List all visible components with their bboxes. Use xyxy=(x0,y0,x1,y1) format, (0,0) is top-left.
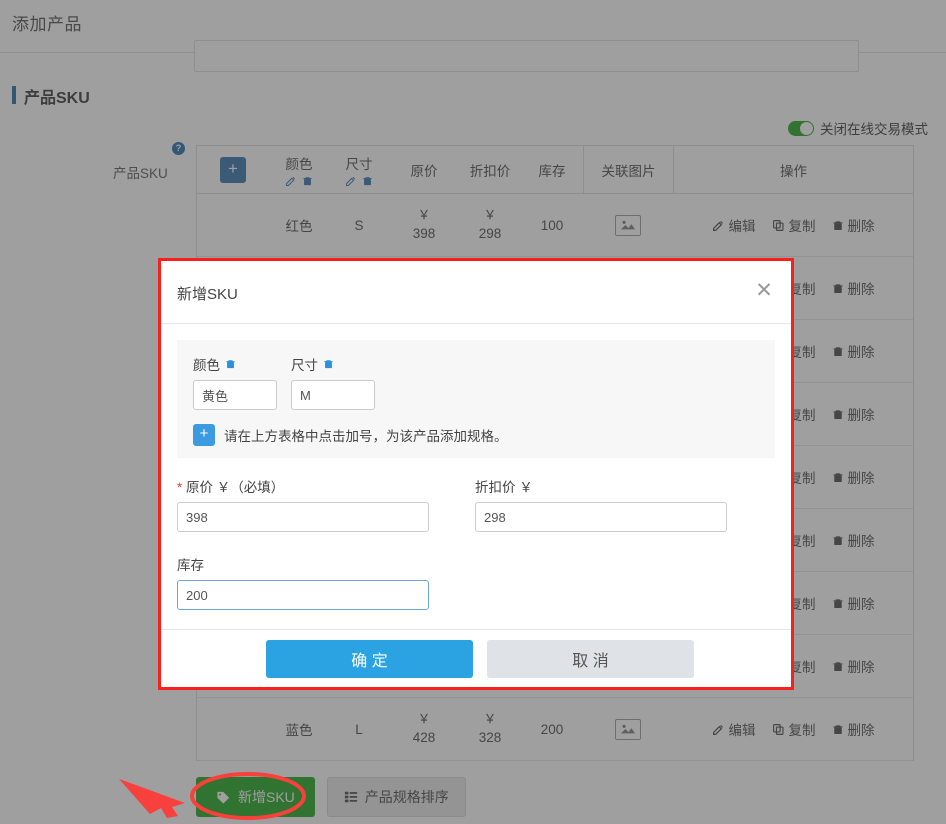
spec-color-label: 颜色 xyxy=(193,354,220,374)
price-input[interactable] xyxy=(177,502,429,532)
trash-icon[interactable] xyxy=(323,358,334,370)
cancel-button[interactable]: 取 消 xyxy=(487,640,694,678)
new-sku-modal: 新增SKU ✕ 颜色 xyxy=(158,258,794,690)
field-group-discount: 折扣价 ￥ xyxy=(475,476,727,532)
spec-panel: 颜色 尺寸 xyxy=(177,340,775,458)
discount-input[interactable] xyxy=(475,502,727,532)
spec-field-size: 尺寸 xyxy=(291,354,375,410)
close-icon[interactable]: ✕ xyxy=(753,281,775,303)
required-mark: * xyxy=(177,480,182,495)
stock-label: 库存 xyxy=(177,554,775,574)
trash-icon[interactable] xyxy=(225,358,236,370)
spec-hint-text: 请在上方表格中点击加号，为该产品添加规格。 xyxy=(224,425,508,445)
modal-header: 新增SKU ✕ xyxy=(161,261,791,324)
modal-title: 新增SKU xyxy=(177,283,238,304)
modal-body: 颜色 尺寸 xyxy=(161,324,791,634)
spec-hint-row: + 请在上方表格中点击加号，为该产品添加规格。 xyxy=(193,424,759,446)
confirm-button[interactable]: 确 定 xyxy=(266,640,473,678)
discount-label: 折扣价 ￥ xyxy=(475,476,727,496)
spec-hint-plus-icon[interactable]: + xyxy=(193,424,215,446)
spec-field-color: 颜色 xyxy=(193,354,277,410)
spec-color-input[interactable] xyxy=(193,380,277,410)
price-label: 原价 ￥（必填） xyxy=(186,480,284,495)
price-discount-row: * 原价 ￥（必填） 折扣价 ￥ xyxy=(177,476,775,532)
stock-input[interactable] xyxy=(177,580,429,610)
modal-footer: 确 定 取 消 xyxy=(161,629,791,687)
spec-size-input[interactable] xyxy=(291,380,375,410)
spec-size-label: 尺寸 xyxy=(291,354,318,374)
field-group-price: * 原价 ￥（必填） xyxy=(177,476,429,532)
field-group-stock: 库存 xyxy=(177,554,775,610)
